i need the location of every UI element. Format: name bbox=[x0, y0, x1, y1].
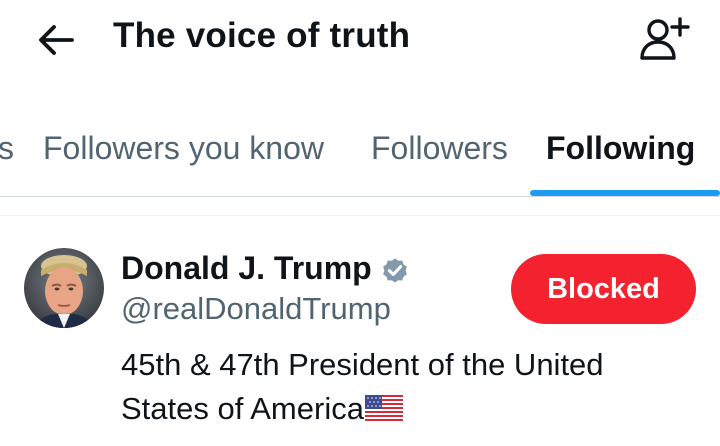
bio-line-1: 45th & 47th President of the United bbox=[121, 347, 604, 382]
user-bio: 45th & 47th President of the United Stat… bbox=[121, 343, 691, 431]
user-list-item[interactable]: Donald J. Trump @realDonaldTrump Blocked… bbox=[0, 216, 720, 446]
bio-line-2: States of America bbox=[121, 391, 364, 426]
verified-badge-icon bbox=[383, 258, 407, 283]
tab-followers[interactable]: Followers bbox=[371, 130, 508, 167]
tabs-divider bbox=[0, 196, 720, 197]
arrow-left-icon bbox=[39, 25, 74, 55]
user-handle[interactable]: @realDonaldTrump bbox=[121, 291, 391, 327]
avatar[interactable] bbox=[24, 248, 104, 328]
back-button[interactable] bbox=[34, 18, 78, 62]
top-bar: The voice of truth bbox=[0, 0, 720, 80]
tab-bar: s Followers you know Followers Following bbox=[0, 118, 720, 198]
display-name[interactable]: Donald J. Trump bbox=[121, 250, 372, 287]
tab-partial[interactable]: s bbox=[0, 130, 14, 167]
blocked-button[interactable]: Blocked bbox=[511, 254, 696, 324]
follow-user-button[interactable] bbox=[636, 14, 692, 64]
tab-following[interactable]: Following bbox=[546, 130, 695, 167]
us-flag-icon bbox=[364, 395, 403, 421]
person-add-icon bbox=[640, 17, 690, 60]
page-title: The voice of truth bbox=[113, 16, 411, 55]
tab-followers-you-know[interactable]: Followers you know bbox=[43, 130, 324, 167]
